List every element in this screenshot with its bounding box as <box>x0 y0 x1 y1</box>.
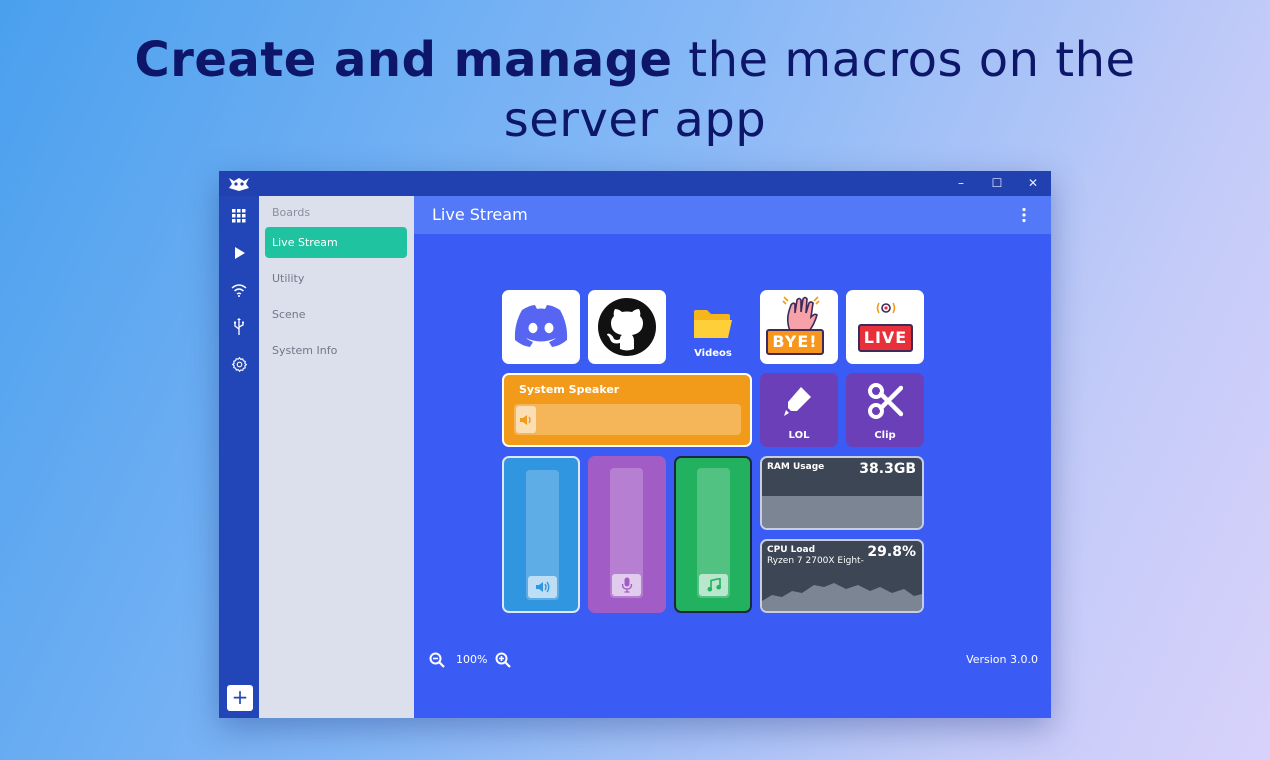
speaker-slider-track[interactable] <box>514 404 741 435</box>
maximize-button[interactable]: ☐ <box>985 174 1009 192</box>
lol-tile[interactable]: LOL <box>760 373 838 447</box>
speaker-volume-track[interactable] <box>526 470 559 600</box>
clip-tile[interactable]: Clip <box>846 373 924 447</box>
microphone-volume-slider[interactable] <box>588 456 666 613</box>
videos-folder-tile[interactable]: Videos <box>674 290 752 364</box>
ram-usage-label: RAM Usage <box>767 462 825 472</box>
ram-usage-value: 38.3GB <box>859 461 916 477</box>
lol-label: LOL <box>788 430 810 441</box>
more-options-icon[interactable] <box>1015 206 1033 224</box>
cpu-model-label: Ryzen 7 2700X Eight- <box>767 556 864 566</box>
speaker-volume-handle[interactable] <box>528 576 557 598</box>
board-header: Live Stream <box>414 196 1051 234</box>
play-icon[interactable] <box>227 241 251 265</box>
zoom-out-icon[interactable] <box>429 652 445 668</box>
ram-usage-tile[interactable]: RAM Usage 38.3GB <box>760 456 924 530</box>
app-window: – ☐ ✕ + Boards Live Stream Utility Scene… <box>219 171 1051 718</box>
music-volume-handle[interactable] <box>699 574 728 596</box>
board-item-utility[interactable]: Utility <box>265 263 407 294</box>
cpu-load-tile[interactable]: CPU Load Ryzen 7 2700X Eight- 29.8% <box>760 539 924 613</box>
music-volume-slider[interactable] <box>674 456 752 613</box>
headline-rest: the macros on the <box>672 32 1136 88</box>
discord-icon <box>514 305 568 347</box>
live-tile[interactable]: LIVE <box>846 290 924 364</box>
clip-label: Clip <box>874 430 896 441</box>
scissors-icon <box>868 383 903 419</box>
live-text: LIVE <box>863 328 908 347</box>
bye-tile[interactable]: BYE! <box>760 290 838 364</box>
settings-gear-icon[interactable] <box>227 352 251 376</box>
broadcast-icon <box>876 302 896 314</box>
board-title: Live Stream <box>432 205 528 224</box>
add-board-button[interactable]: + <box>227 685 253 711</box>
usb-icon[interactable] <box>227 315 251 339</box>
boards-title: Boards <box>272 206 311 219</box>
folder-icon <box>694 310 732 338</box>
wifi-icon[interactable] <box>227 278 251 302</box>
volume-icon <box>520 415 531 425</box>
close-button[interactable]: ✕ <box>1021 174 1045 192</box>
app-logo-icon <box>229 178 249 191</box>
github-tile[interactable] <box>588 290 666 364</box>
boards-panel: Boards Live Stream Utility Scene System … <box>259 196 414 718</box>
board-item-live-stream[interactable]: Live Stream <box>265 227 407 258</box>
live-banner: LIVE <box>858 324 913 352</box>
board-canvas: Live Stream Videos BYE! LIVE System Spea… <box>414 196 1051 718</box>
microphone-volume-handle[interactable] <box>612 574 641 596</box>
cpu-load-label: CPU Load <box>767 545 816 555</box>
speaker-slider-handle[interactable] <box>516 406 536 433</box>
speaker-volume-slider[interactable] <box>502 456 580 613</box>
music-volume-track[interactable] <box>697 468 730 598</box>
microphone-volume-track[interactable] <box>610 468 643 598</box>
github-icon <box>598 298 656 356</box>
icon-rail: + <box>219 196 259 718</box>
cpu-load-value: 29.8% <box>867 544 916 560</box>
volume-icon <box>535 581 549 593</box>
title-bar: – ☐ ✕ <box>219 171 1051 196</box>
headline-bold: Create and manage <box>134 32 673 88</box>
bye-banner: BYE! <box>766 329 824 355</box>
music-note-icon <box>707 578 721 592</box>
version-label: Version 3.0.0 <box>966 653 1038 666</box>
discord-tile[interactable] <box>502 290 580 364</box>
bye-text: BYE! <box>772 332 818 351</box>
system-speaker-slider[interactable]: System Speaker <box>502 373 752 447</box>
videos-label: Videos <box>694 348 732 359</box>
microphone-icon <box>621 577 632 593</box>
zoom-level: 100% <box>456 653 488 666</box>
zoom-in-icon[interactable] <box>495 652 511 668</box>
headline-line2: server app <box>503 92 767 148</box>
system-speaker-label: System Speaker <box>519 383 620 396</box>
board-item-system-info[interactable]: System Info <box>265 335 407 366</box>
grid-icon[interactable] <box>227 204 251 228</box>
highlighter-icon <box>784 387 811 416</box>
minimize-button[interactable]: – <box>949 174 973 192</box>
board-item-scene[interactable]: Scene <box>265 299 407 330</box>
headline: Create and manage the macros on the serv… <box>0 30 1270 150</box>
